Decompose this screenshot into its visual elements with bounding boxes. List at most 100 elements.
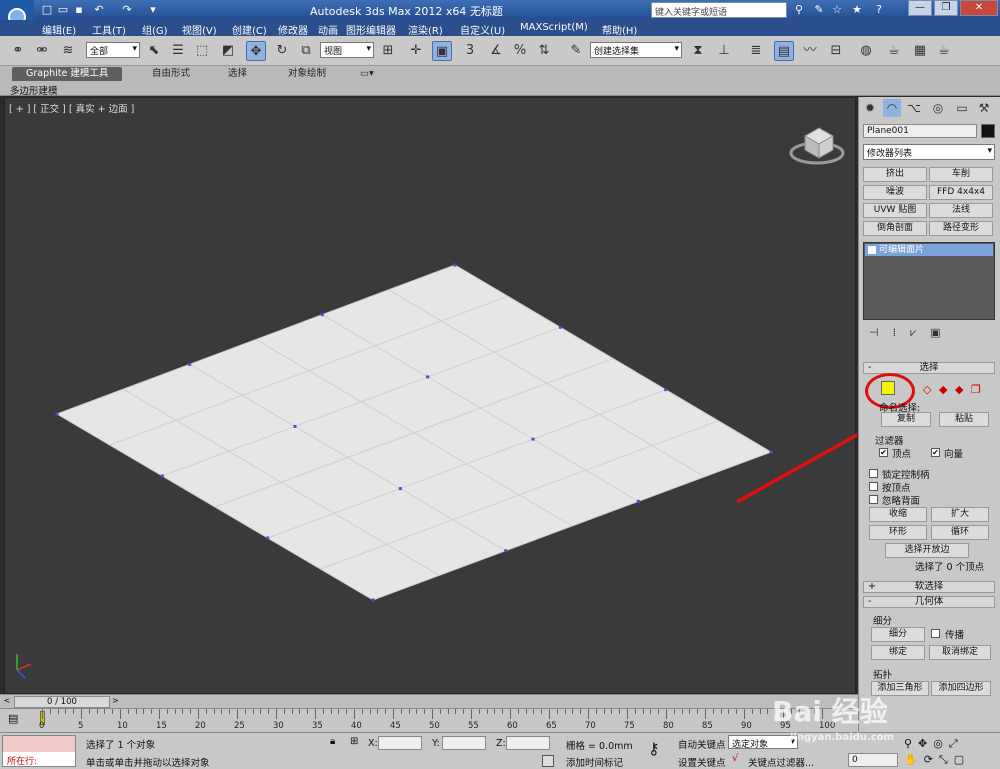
modify-tab-icon[interactable]: ◠ [883,99,901,117]
subdivide-button[interactable]: 细分 [871,627,925,642]
quick-access-dropdown-icon[interactable]: ▾ [146,3,160,17]
copy-button[interactable]: 复制 [881,412,931,427]
menu-animation[interactable]: 动画 [318,22,338,37]
viewport-navigation-icons[interactable]: ⚲✥◎⤢ [904,737,964,751]
curve-editor-icon[interactable]: 〰 [800,41,820,61]
patch-vertex[interactable] [664,388,668,392]
move-icon[interactable]: ✥ [246,41,266,61]
keyboard-shortcut-override-icon[interactable]: ▣ [432,41,452,61]
handle-subobject-icon[interactable]: ◇ [923,383,931,396]
patch-vertex[interactable] [320,313,324,317]
ignore-backfacing-checkbox[interactable] [869,495,878,504]
unbind-button[interactable]: 取消绑定 [929,645,991,660]
reference-coordinate-dropdown[interactable]: 视图 [320,42,374,58]
display-tab-icon[interactable]: ▭ [953,99,971,117]
lock-handles-checkbox[interactable] [869,469,878,478]
close-button[interactable]: ✕ [960,0,998,16]
patch-vertex[interactable] [188,362,192,366]
tab-object-paint[interactable]: 对象绘制 [274,67,340,81]
by-vertex-checkbox[interactable] [869,482,878,491]
menu-tools[interactable]: 工具(T) [92,22,126,37]
path-deform-button[interactable]: 路径变形 [929,221,993,236]
object-name-field[interactable]: Plane001 [863,124,977,138]
stack-expand-icon[interactable] [868,246,876,254]
time-slider-thumb[interactable]: 0 / 100 [14,696,110,708]
viewcube[interactable] [789,127,845,165]
patch-vertex[interactable] [266,536,270,540]
help-icon[interactable]: ? [872,3,886,17]
auto-key-button[interactable]: 自动关键点 [678,737,726,751]
tab-graphite-modeling[interactable]: Graphite 建模工具 [12,67,123,81]
menu-edit[interactable]: 编辑(E) [42,22,76,37]
menu-graph-editors[interactable]: 图形编辑器 [346,22,396,37]
ribbon-options-icon[interactable]: ▭▾ [354,67,380,81]
select-manipulate-icon[interactable]: ✛ [406,41,426,61]
hierarchy-tab-icon[interactable]: ⌥ [905,99,923,117]
paste-button[interactable]: 粘贴 [939,412,989,427]
element-subobject-icon[interactable]: ❐ [971,383,981,396]
spinner-snap-icon[interactable]: ⇅ [534,41,554,61]
menu-modifiers[interactable]: 修改器 [278,22,308,37]
link-icon[interactable]: ⚭ [8,41,28,61]
menu-rendering[interactable]: 渲染(R) [408,22,443,37]
track-bar-menu-icon[interactable]: ▤ [8,712,18,725]
propagate-checkbox[interactable] [931,629,940,638]
pivot-center-icon[interactable]: ⊞ [378,41,398,61]
bind-space-warp-icon[interactable]: ≋ [58,41,78,61]
open-file-icon[interactable]: ▭ [56,3,70,17]
menu-help[interactable]: 帮助(H) [602,22,637,37]
align-icon[interactable]: ⊥ [714,41,734,61]
menu-group[interactable]: 组(G) [142,22,168,37]
edit-named-selection-icon[interactable]: ✎ [566,41,586,61]
polygon-modeling-label[interactable]: 多边形建模 [10,83,58,97]
schematic-view-icon[interactable]: ⊟ [826,41,846,61]
select-by-name-icon[interactable]: ☰ [168,41,188,61]
viewport[interactable]: [ + ] [ 正交 ] [ 真实 + 边面 ] [4,97,857,695]
binoculars-icon[interactable]: ⚲ [792,3,806,17]
normal-button[interactable]: 法线 [929,203,993,218]
bevel-profile-button[interactable]: 倒角剖面 [863,221,927,236]
patch-vertex[interactable] [453,263,457,267]
rotate-icon[interactable]: ↻ [272,41,292,61]
favorites-icon[interactable]: ★ [850,3,864,17]
save-file-icon[interactable]: ▪ [72,3,86,17]
graphite-toggle-icon[interactable]: ▤ [774,41,794,61]
tab-selection[interactable]: 选择 [214,67,261,81]
current-frame-field[interactable]: 0 [848,753,898,767]
ffd-button[interactable]: FFD 4x4x4 [929,185,993,200]
scale-icon[interactable]: ⧉ [296,41,316,61]
redo-icon[interactable]: ↷ [120,3,134,17]
maxscript-mini-listener[interactable] [3,736,75,752]
percent-snap-icon[interactable]: % [510,41,530,61]
shrink-button[interactable]: 收缩 [869,507,927,522]
filter-vertex-checkbox[interactable]: ✔ [879,448,888,457]
search-input[interactable]: 键入关键字或短语 [651,2,787,18]
patch-vertex[interactable] [558,325,562,329]
noise-button[interactable]: 噪波 [863,185,927,200]
window-crossing-icon[interactable]: ◩ [218,41,238,61]
time-prev-icon[interactable]: < [0,696,14,708]
select-open-edges-button[interactable]: 选择开放边 [885,543,969,558]
unlink-icon[interactable]: ⚮ [32,41,52,61]
set-key-button[interactable]: 设置关键点 [678,755,726,769]
modifier-list-dropdown[interactable]: 修改器列表 [863,144,995,160]
snaps-toggle-icon[interactable]: 3 [460,41,480,61]
menu-maxscript[interactable]: MAXScript(M) [520,22,588,33]
add-quad-button[interactable]: 添加四边形 [931,681,991,696]
edge-subobject-icon[interactable]: ◆ [939,383,947,396]
patch-vertex[interactable] [293,424,297,428]
patch-subobject-icon[interactable]: ◆ [955,383,963,396]
select-object-icon[interactable]: ⬉ [144,41,164,61]
material-editor-icon[interactable]: ◍ [856,41,876,61]
soft-selection-rollout-header[interactable]: + 软选择 [863,581,995,593]
rendered-frame-icon[interactable]: ▦ [910,41,930,61]
viewport-canvas[interactable] [5,98,857,695]
time-tag-icon[interactable] [542,755,554,767]
angle-snap-icon[interactable]: ∡ [486,41,506,61]
star-icon[interactable]: ☆ [830,3,844,17]
mirror-icon[interactable]: ⧗ [688,41,708,61]
geometry-rollout-header[interactable]: - 几何体 [863,596,995,608]
uvw-map-button[interactable]: UVW 贴图 [863,203,927,218]
maximize-button[interactable]: ❐ [934,0,958,16]
maxscript-listener[interactable]: 所在行: [2,735,76,767]
